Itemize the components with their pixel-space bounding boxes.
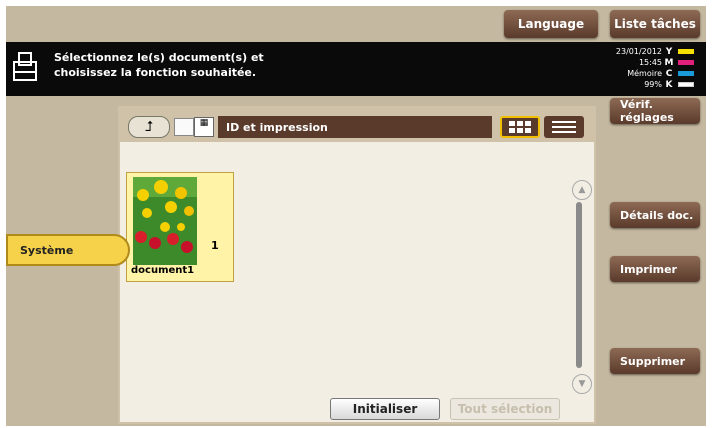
check-settings-button[interactable]: Vérif. réglages xyxy=(610,98,700,124)
status-date: 23/01/2012 xyxy=(615,47,662,56)
language-button[interactable]: Language xyxy=(504,10,598,38)
panel-toolbar: ⮥ ▦ ID et impression xyxy=(120,108,594,142)
path-display: ID et impression xyxy=(218,116,492,138)
printer-icon xyxy=(13,52,37,81)
status-info: 23/01/2012 15:45 Mémoire 99% xyxy=(616,46,662,90)
toner-levels: Y M C K xyxy=(664,46,700,90)
document-panel: ⮥ ▦ ID et impression 1 document1 ▲ ▼ Ini… xyxy=(118,106,596,424)
document-name: document1 xyxy=(131,265,195,276)
scrollbar[interactable] xyxy=(576,202,582,368)
memory-value: 99% xyxy=(644,80,662,89)
message-line-2: choisissez la fonction souhaitée. xyxy=(54,66,257,79)
document-thumbnail[interactable]: 1 document1 xyxy=(126,172,234,282)
up-folder-button[interactable]: ⮥ xyxy=(128,116,170,138)
folder-icon xyxy=(174,118,194,136)
system-tab[interactable]: Système xyxy=(6,234,130,266)
toner-bar-c xyxy=(678,71,694,76)
toner-letter-m: M xyxy=(664,57,674,68)
document-preview-image xyxy=(133,177,197,265)
toner-letter-c: C xyxy=(665,68,673,79)
list-view-button[interactable] xyxy=(544,116,584,138)
toner-letter-y: Y xyxy=(665,46,673,57)
toner-bar-m xyxy=(678,60,694,65)
print-button[interactable]: Imprimer xyxy=(610,256,700,282)
toner-letter-k: K xyxy=(665,79,673,90)
grid-view-icon xyxy=(509,121,531,133)
scroll-up-button[interactable]: ▲ xyxy=(572,180,592,200)
chevron-up-icon: ▲ xyxy=(578,185,586,195)
panel-screen: Language Liste tâches Sélectionnez le(s)… xyxy=(6,6,706,426)
document-details-button[interactable]: Détails doc. xyxy=(610,202,700,228)
task-list-button[interactable]: Liste tâches xyxy=(610,10,700,38)
up-arrow-icon: ⮥ xyxy=(144,119,154,135)
status-time: 15:45 xyxy=(638,58,662,67)
initialize-button[interactable]: Initialiser xyxy=(330,398,440,420)
thumbnail-view-button[interactable] xyxy=(500,116,540,138)
chevron-down-icon: ▼ xyxy=(578,379,586,389)
message-bar: Sélectionnez le(s) document(s) et choisi… xyxy=(6,42,706,96)
document-page-count: 1 xyxy=(211,239,219,252)
list-view-icon xyxy=(552,121,576,133)
box-icon: ▦ xyxy=(194,117,214,137)
toner-bar-y xyxy=(678,49,694,54)
delete-button[interactable]: Supprimer xyxy=(610,348,700,374)
memory-label: Mémoire xyxy=(627,69,662,78)
toner-bar-k xyxy=(678,82,694,87)
scroll-down-button[interactable]: ▼ xyxy=(572,374,592,394)
select-all-button[interactable]: Tout sélection xyxy=(450,398,560,420)
message-text: Sélectionnez le(s) document(s) et choisi… xyxy=(54,50,264,80)
message-line-1: Sélectionnez le(s) document(s) et xyxy=(54,51,264,64)
